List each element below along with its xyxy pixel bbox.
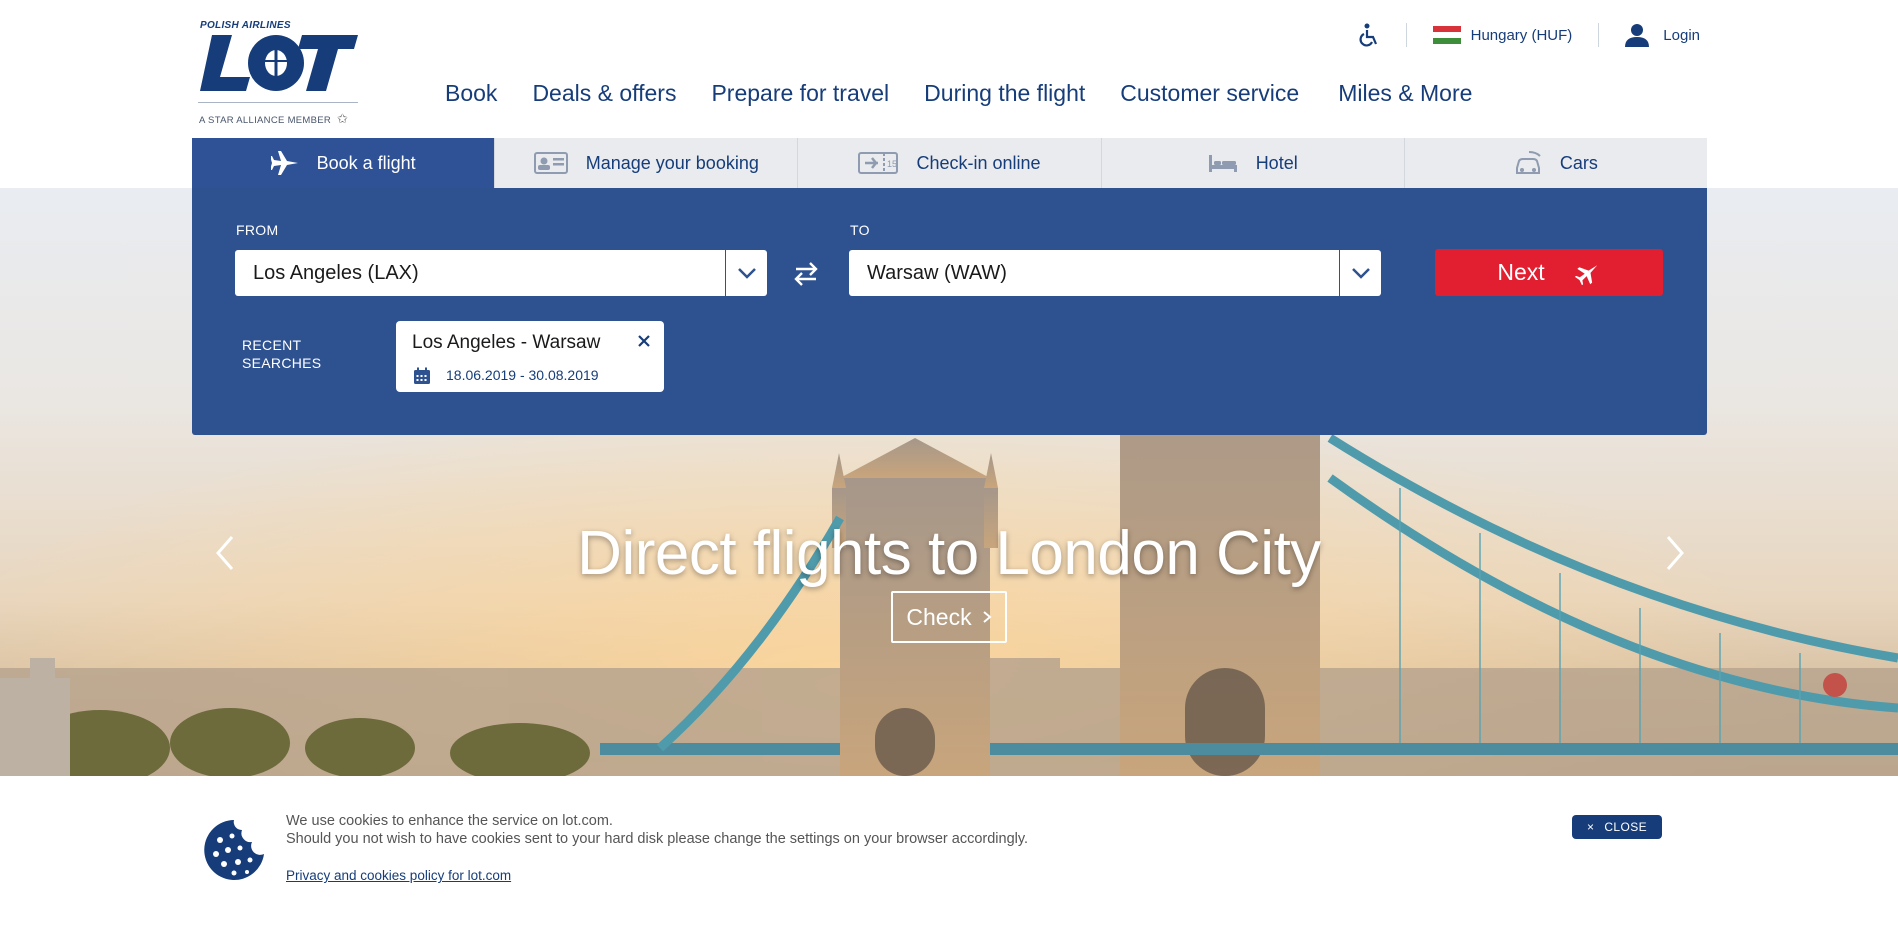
tab-book-a-flight[interactable]: Book a flight	[192, 138, 496, 188]
plane-icon	[1574, 264, 1597, 285]
carousel-next-arrow-icon[interactable]	[1660, 533, 1690, 573]
privacy-policy-link[interactable]: Privacy and cookies policy for lot.com	[286, 868, 511, 883]
tab-label: Manage your booking	[585, 152, 759, 173]
hero-check-label: Check	[906, 603, 972, 630]
tab-hotel[interactable]: Hotel	[1101, 138, 1405, 188]
hero-title: Direct flights to London City	[577, 519, 1321, 588]
utility-bar: Hungary (HUF) Login	[1358, 20, 1700, 50]
star-alliance-text: A STAR ALLIANCE MEMBER ✩	[199, 111, 348, 127]
star-alliance-label: A STAR ALLIANCE MEMBER	[199, 115, 332, 126]
country-label: Hungary (HUF)	[1470, 26, 1573, 44]
flight-search-panel: FROM Los Angeles (LAX) TO Warsaw (WAW) N…	[192, 188, 1707, 435]
cookie-text-line1: We use cookies to enhance the service on…	[286, 813, 613, 829]
from-value[interactable]: Los Angeles (LAX)	[235, 250, 725, 296]
id-card-icon	[533, 152, 568, 174]
to-dropdown-button[interactable]	[1339, 250, 1381, 296]
chevron-right-icon	[982, 611, 992, 623]
booking-tabs: Book a flight Manage your booking 15 Che…	[192, 138, 1708, 188]
chevron-down-icon	[737, 268, 756, 279]
recent-search-card[interactable]: Los Angeles - Warsaw 18.06.2019 - 30.08.…	[396, 321, 664, 392]
svg-text:15: 15	[887, 159, 897, 169]
topbar-separator	[1598, 23, 1600, 47]
from-label: FROM	[236, 222, 279, 238]
chevron-down-icon	[1351, 268, 1370, 279]
cookie-close-label: CLOSE	[1604, 820, 1648, 834]
recent-route: Los Angeles - Warsaw	[412, 332, 601, 353]
to-field[interactable]: Warsaw (WAW)	[849, 250, 1381, 296]
plane-icon	[270, 151, 298, 175]
recent-dates: 18.06.2019 - 30.08.2019	[446, 367, 599, 383]
nav-deals-offers[interactable]: Deals & offers	[532, 80, 676, 107]
cookie-icon	[204, 820, 264, 880]
tab-label: Check-in online	[916, 152, 1041, 173]
hero-check-button[interactable]: Check	[891, 591, 1007, 643]
recent-searches-label: RECENT SEARCHES	[242, 336, 321, 372]
recent-label-line1: RECENT	[242, 337, 302, 353]
tab-manage-your-booking[interactable]: Manage your booking	[495, 138, 799, 188]
tab-label: Book a flight	[316, 152, 416, 173]
logo-tagline: POLISH AIRLINES	[200, 20, 291, 31]
from-dropdown-button[interactable]	[725, 250, 767, 296]
swap-airports-icon[interactable]	[792, 260, 820, 288]
calendar-icon	[414, 367, 430, 384]
tab-check-in-online[interactable]: 15 Check-in online	[798, 138, 1102, 188]
user-icon	[1625, 24, 1650, 47]
close-icon: ×	[1586, 820, 1595, 834]
topbar-separator	[1405, 23, 1407, 47]
next-button-label: Next	[1497, 259, 1545, 285]
cookie-close-button[interactable]: × CLOSE	[1572, 815, 1662, 839]
star-alliance-icon: ✩	[337, 111, 349, 126]
nav-miles-more[interactable]: Miles & More	[1338, 80, 1472, 107]
country-selector[interactable]: Hungary (HUF)	[1432, 26, 1573, 44]
nav-prepare-for-travel[interactable]: Prepare for travel	[711, 80, 889, 107]
to-value[interactable]: Warsaw (WAW)	[849, 250, 1339, 296]
tab-label: Cars	[1559, 152, 1598, 173]
accessibility-button[interactable]	[1358, 23, 1380, 47]
carousel-prev-arrow-icon[interactable]	[210, 533, 240, 573]
bed-icon	[1208, 155, 1237, 172]
next-button[interactable]: Next	[1435, 249, 1663, 296]
lot-wordmark-icon	[200, 35, 358, 91]
main-navigation: Book Deals & offers Prepare for travel D…	[445, 80, 1507, 107]
hungary-flag-icon	[1432, 26, 1461, 44]
nav-customer-service[interactable]: Customer service	[1120, 80, 1299, 107]
lot-logo[interactable]: POLISH AIRLINES A STAR ALLIANCE MEMBER ✩	[198, 18, 363, 128]
to-label: TO	[850, 222, 870, 238]
login-button[interactable]: Login	[1625, 23, 1700, 47]
wheelchair-icon	[1359, 23, 1377, 47]
tab-cars[interactable]: Cars	[1404, 138, 1708, 188]
from-field[interactable]: Los Angeles (LAX)	[235, 250, 767, 296]
boarding-pass-icon: 15	[858, 152, 899, 174]
nav-during-the-flight[interactable]: During the flight	[924, 80, 1085, 107]
cookie-text-line2: Should you not wish to have cookies sent…	[286, 831, 1029, 847]
cookie-banner: We use cookies to enhance the service on…	[0, 776, 1898, 940]
nav-book[interactable]: Book	[445, 80, 497, 107]
car-icon	[1515, 151, 1541, 174]
tab-label: Hotel	[1255, 152, 1298, 173]
login-label: Login	[1663, 26, 1700, 44]
logo-divider	[198, 102, 358, 103]
recent-label-line2: SEARCHES	[242, 355, 322, 371]
close-icon[interactable]	[634, 331, 654, 351]
